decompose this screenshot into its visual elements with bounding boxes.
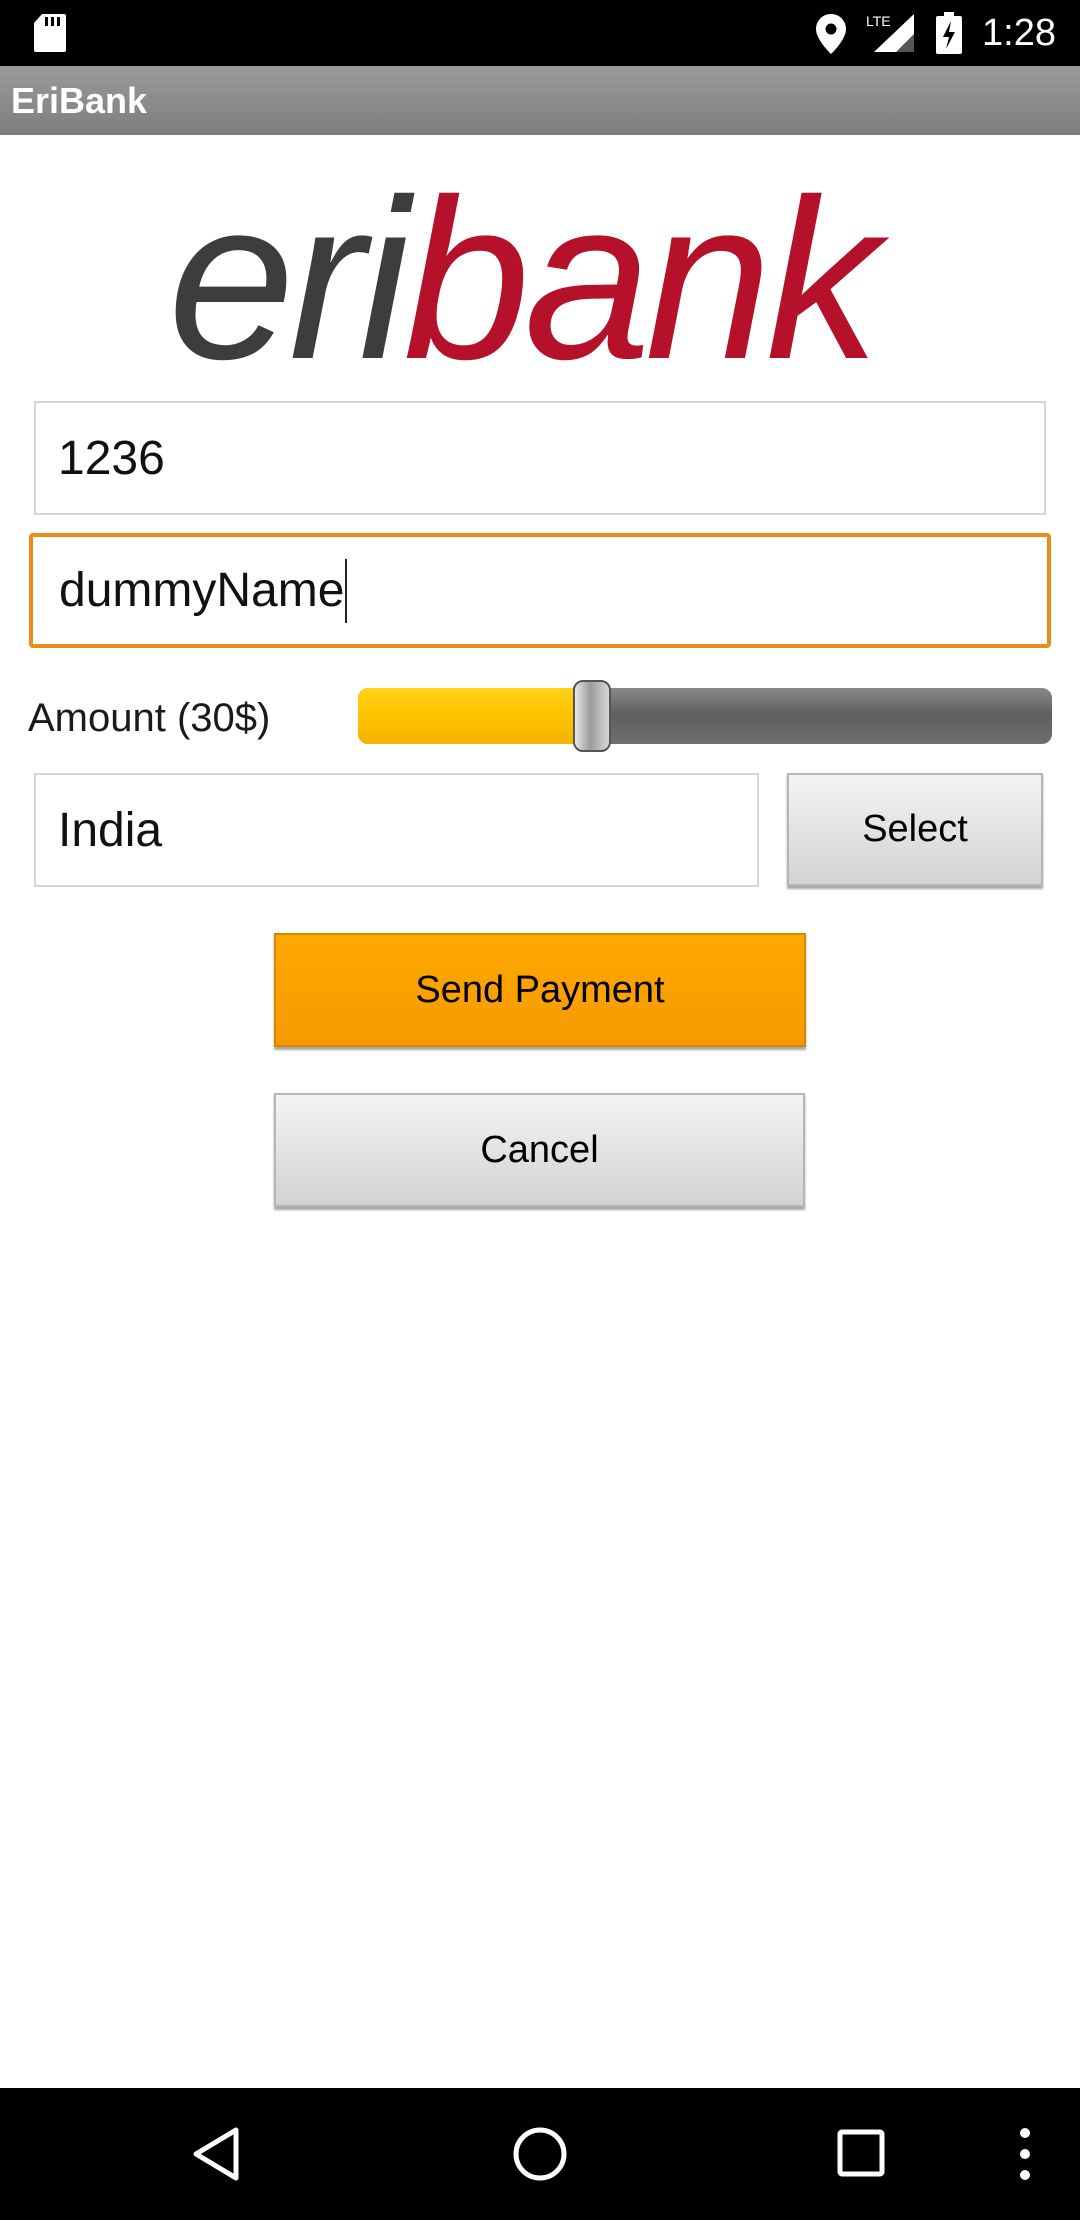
status-clock: 1:28	[982, 12, 1056, 54]
svg-text:LTE: LTE	[866, 13, 891, 29]
text-cursor	[345, 558, 348, 623]
country-value: India	[58, 803, 163, 857]
screen: LTE 1:28 EriBank eribank 1236 dummyName	[0, 0, 1080, 2220]
amount-label: Amount (30$)	[28, 696, 271, 740]
overflow-menu-icon[interactable]	[1010, 2126, 1040, 2187]
location-icon	[816, 14, 846, 59]
cancel-button[interactable]: Cancel	[274, 1093, 805, 1207]
country-field[interactable]: India	[34, 773, 759, 887]
app-title: EriBank	[11, 80, 148, 121]
recents-icon[interactable]	[836, 2128, 886, 2183]
home-icon[interactable]	[512, 2126, 568, 2187]
status-bar: LTE 1:28	[0, 0, 1080, 66]
battery-charging-icon	[936, 12, 962, 59]
select-country-button[interactable]: Select	[787, 773, 1043, 886]
send-payment-button[interactable]: Send Payment	[274, 933, 806, 1047]
slider-thumb[interactable]	[573, 680, 611, 752]
svg-text:eribank: eribank	[168, 160, 890, 380]
sd-card-icon	[34, 14, 66, 57]
account-field[interactable]: 1236	[34, 401, 1046, 515]
name-value: dummyName	[59, 564, 345, 617]
eribank-logo: eribank	[160, 153, 920, 407]
amount-slider[interactable]	[358, 680, 1052, 752]
account-value: 1236	[58, 431, 165, 485]
app-title-bar: EriBank	[0, 66, 1080, 135]
back-icon[interactable]	[190, 2126, 240, 2187]
slider-fill	[358, 688, 592, 744]
name-field[interactable]: dummyName	[29, 533, 1051, 648]
navigation-bar	[0, 2088, 1080, 2220]
signal-icon: LTE	[866, 12, 916, 59]
